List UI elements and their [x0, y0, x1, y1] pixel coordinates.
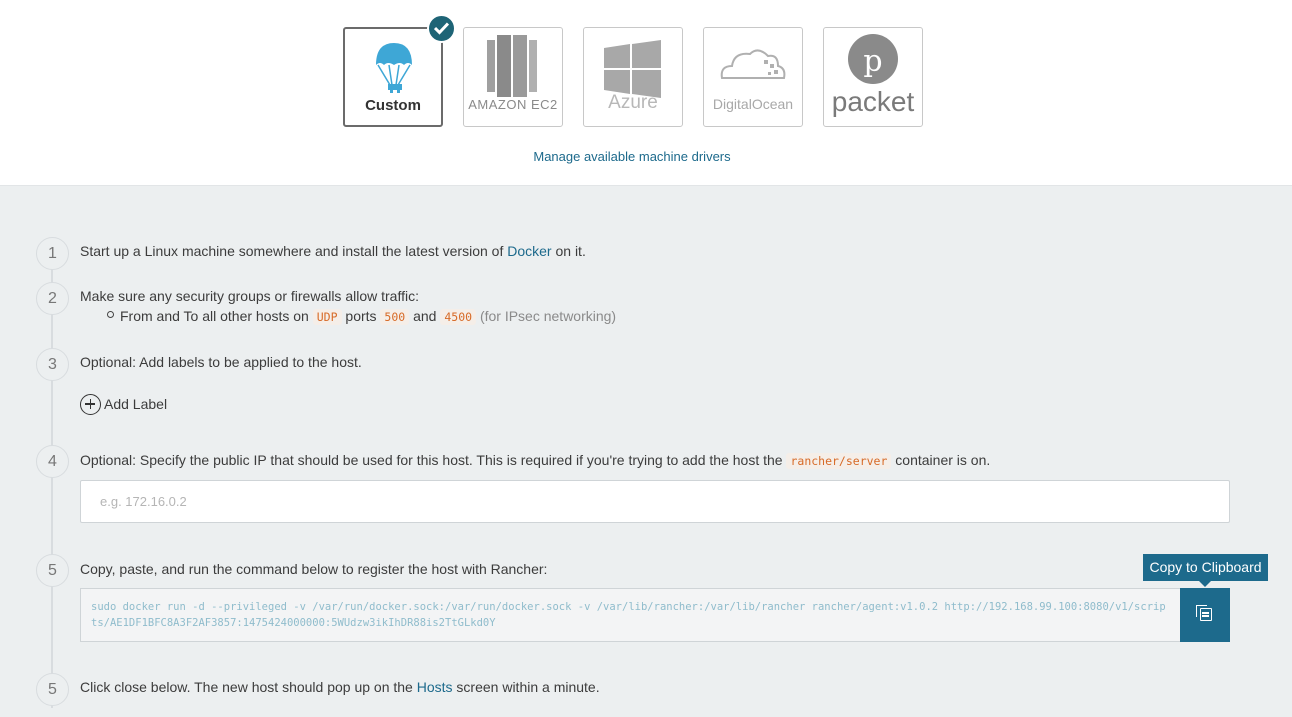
step-number: 5 [36, 554, 69, 587]
step-2-text: Make sure any security groups or firewal… [80, 288, 419, 304]
driver-label: AMAZON EC2 [468, 97, 558, 112]
bullet-text: From and To all other hosts on [120, 308, 309, 324]
selected-check-icon [427, 14, 456, 43]
step-3-text: Optional: Add labels to be applied to th… [80, 354, 362, 370]
and-text: and [413, 308, 437, 324]
manage-drivers-link[interactable]: Manage available machine drivers [0, 149, 1264, 164]
step-1-pre: Start up a Linux machine somewhere and i… [80, 243, 504, 259]
hosts-link[interactable]: Hosts [417, 679, 453, 695]
add-label-button[interactable]: Add Label [80, 393, 167, 415]
step-number: 4 [36, 445, 69, 478]
step-4-text: Optional: Specify the public IP that sho… [80, 452, 991, 469]
clipboard-icon [1196, 605, 1212, 621]
docker-link[interactable]: Docker [507, 243, 551, 259]
rancher-server-code: rancher/server [786, 453, 892, 469]
register-command[interactable]: sudo docker run -d --privileged -v /var/… [80, 588, 1181, 642]
step-number: 5 [36, 673, 69, 706]
copy-tooltip: Copy to Clipboard [1143, 554, 1268, 587]
machine-driver-panel: Custom AMAZON EC2 Azure DigitalOcean p p… [0, 0, 1292, 186]
ports-text: ports [345, 308, 377, 324]
step-1-post: on it. [555, 243, 586, 259]
plus-circle-icon [80, 393, 101, 415]
step-number: 3 [36, 348, 69, 381]
driver-packet[interactable]: p packet [823, 27, 923, 127]
step-2-bullet: From and To all other hosts on UDP ports… [120, 308, 617, 325]
driver-label: packet [831, 86, 915, 117]
ipsec-note: (for IPsec networking) [479, 308, 617, 324]
driver-digitalocean[interactable]: DigitalOcean [703, 27, 803, 127]
protocol-code: UDP [312, 309, 342, 325]
step-5-text: Copy, paste, and run the command below t… [80, 561, 548, 577]
svg-text:p: p [863, 44, 882, 79]
step-1-text: Start up a Linux machine somewhere and i… [80, 243, 586, 259]
step-6-pre: Click close below. The new host should p… [80, 679, 413, 695]
step-4-pre: Optional: Specify the public IP that sho… [80, 452, 783, 468]
copy-to-clipboard-button[interactable] [1180, 588, 1230, 642]
step-6-post: screen within a minute. [456, 679, 600, 695]
add-label-text: Add Label [104, 396, 168, 412]
steps-timeline [51, 268, 53, 708]
driver-label: Azure [608, 92, 658, 113]
port-code: 4500 [440, 309, 477, 325]
step-number: 1 [36, 237, 69, 270]
port-code: 500 [380, 309, 410, 325]
driver-custom[interactable]: Custom [343, 27, 443, 127]
bullet-icon [107, 311, 114, 318]
driver-label: DigitalOcean [712, 96, 794, 112]
driver-amazon-ec2[interactable]: AMAZON EC2 [463, 27, 563, 127]
step-6-text: Click close below. The new host should p… [80, 679, 600, 695]
step-4-post: container is on. [895, 452, 991, 468]
driver-azure[interactable]: Azure [583, 27, 683, 127]
public-ip-input[interactable] [80, 480, 1230, 523]
step-number: 2 [36, 282, 69, 315]
driver-label: Custom [365, 97, 421, 114]
